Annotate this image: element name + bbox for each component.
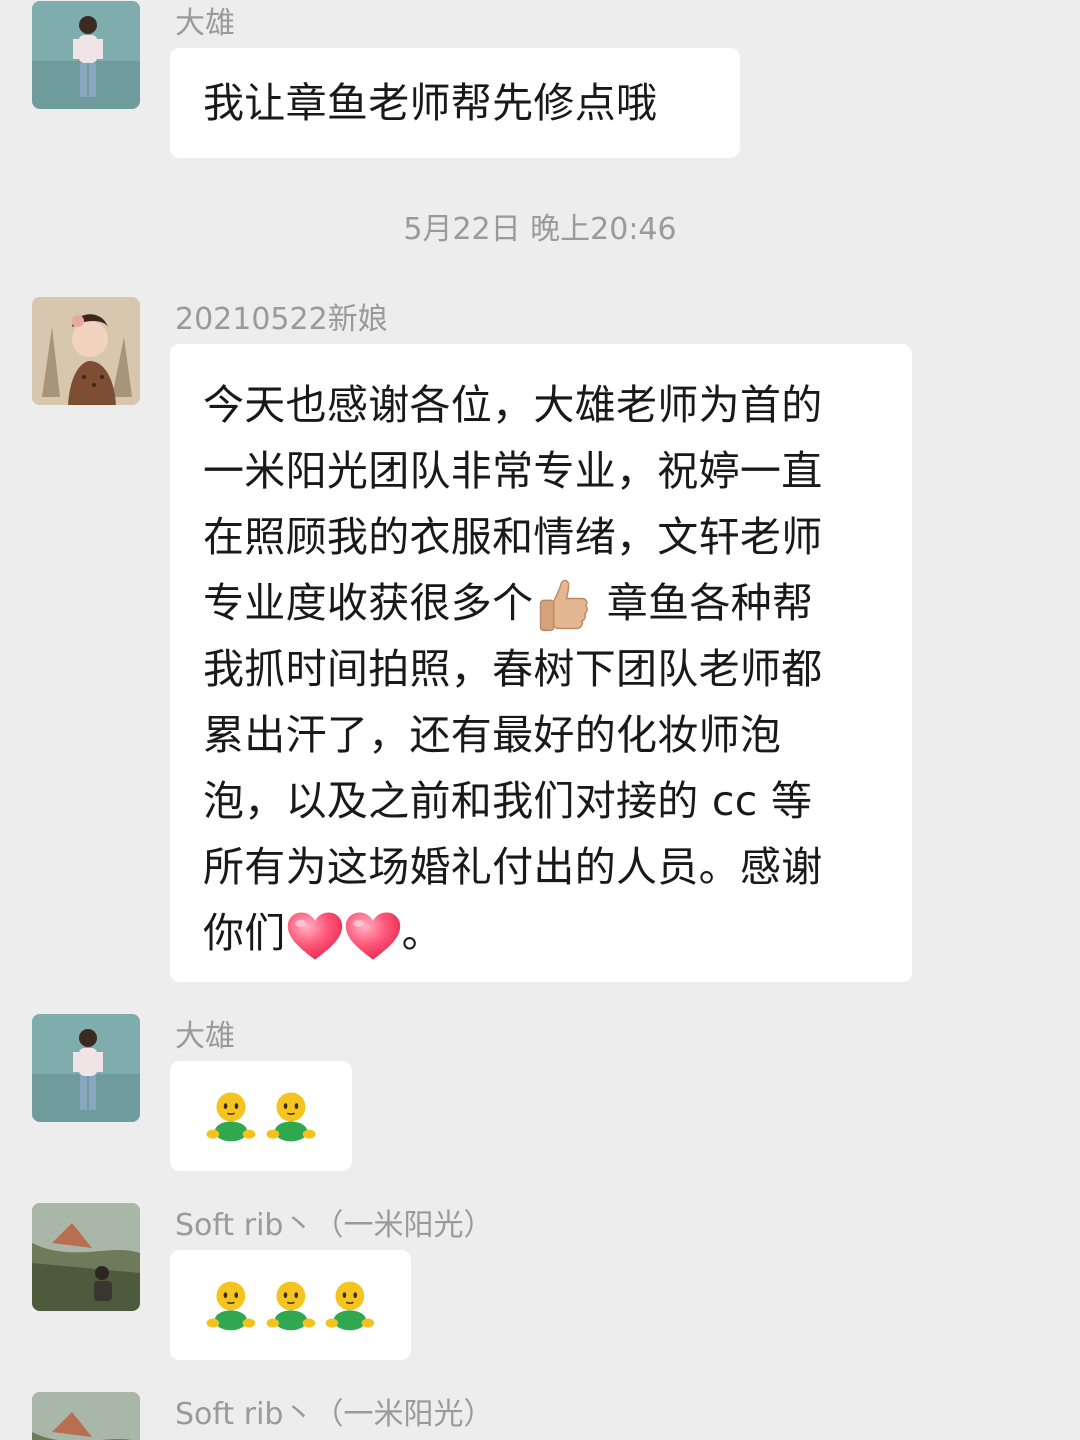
- message-text: 我让章鱼老师帮先修点哦: [203, 79, 658, 127]
- message-bubble[interactable]: 今天也感谢各位，大雄老师为首的 一米阳光团队非常专业，祝婷一直 在照顾我的衣服和…: [170, 344, 912, 982]
- green-person-icon: [202, 1276, 260, 1334]
- avatar-soft-rib[interactable]: [32, 1392, 140, 1440]
- sender-name: Soft rib丶（一米阳光）: [175, 1397, 494, 1432]
- green-person-icon: [262, 1276, 320, 1334]
- timestamp: 5月22日 晚上20:46: [403, 212, 677, 247]
- green-person-icon: [202, 1087, 260, 1145]
- green-person-icon: [262, 1087, 320, 1145]
- chat-list[interactable]: 大雄 我让章鱼老师帮先修点哦 5月22日 晚上20:46 20210522新娘 …: [0, 0, 1080, 1440]
- sender-name: 大雄: [175, 1019, 235, 1054]
- sender-name: Soft rib丶（一米阳光）: [175, 1208, 494, 1243]
- green-person-icon: [321, 1276, 379, 1334]
- red-heart-icon: [344, 910, 402, 962]
- message-bubble[interactable]: [170, 1061, 352, 1171]
- red-heart-icon: [286, 910, 344, 962]
- message-bubble[interactable]: [170, 1250, 411, 1360]
- avatar-daxiong[interactable]: [32, 1, 140, 109]
- message-text: 今天也感谢各位，大雄老师为首的 一米阳光团队非常专业，祝婷一直 在照顾我的衣服和…: [203, 372, 879, 966]
- sender-name: 大雄: [175, 6, 235, 41]
- message-bubble[interactable]: 我让章鱼老师帮先修点哦: [170, 48, 740, 158]
- thumbs-up-icon: [533, 576, 593, 636]
- sender-name: 20210522新娘: [175, 302, 388, 337]
- avatar-daxiong[interactable]: [32, 1014, 140, 1122]
- avatar-bride[interactable]: [32, 297, 140, 405]
- avatar-soft-rib[interactable]: [32, 1203, 140, 1311]
